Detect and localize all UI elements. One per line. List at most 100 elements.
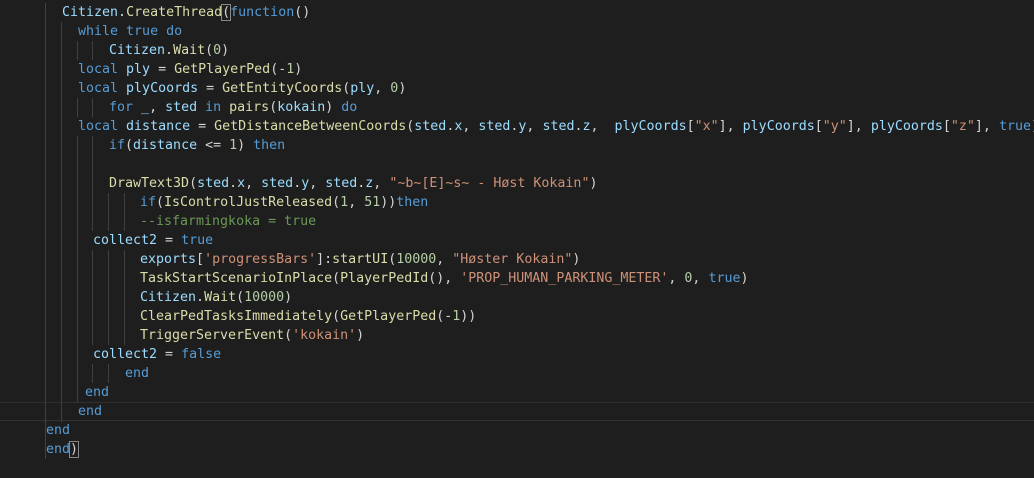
code-line[interactable]: --isfarmingkoka = true <box>0 212 1034 231</box>
code-token: ( <box>269 100 278 115</box>
indent-guide <box>108 250 109 269</box>
code-token: 51 <box>364 195 381 210</box>
indent-guide <box>45 212 46 231</box>
code-token: [ <box>196 252 205 267</box>
code-token: (- <box>270 62 287 77</box>
code-token: startUI <box>332 252 389 267</box>
code-token: (), <box>428 271 461 286</box>
code-token: . <box>293 176 302 191</box>
code-token: ) <box>284 290 293 305</box>
indent-guide <box>92 326 93 345</box>
indent-guide <box>92 250 93 269</box>
code-token: end <box>78 404 103 419</box>
code-token: plyCoords <box>614 119 687 134</box>
code-text: TaskStartScenarioInPlace(PlayerPedId(), … <box>140 269 748 288</box>
code-line[interactable]: Citizen.Wait(0) <box>0 41 1034 60</box>
indent-guide <box>61 345 62 364</box>
code-token: , <box>245 176 262 191</box>
code-line[interactable]: collect2 = true <box>0 231 1034 250</box>
indent-guide <box>61 60 62 79</box>
code-editor[interactable]: Citizen.CreateThread(function() while tru… <box>0 0 1034 478</box>
code-token: sted <box>542 119 575 134</box>
code-token: GetPlayerPed <box>340 309 437 324</box>
code-line[interactable]: TriggerServerEvent('kokain') <box>0 326 1034 345</box>
code-token: while <box>78 24 119 39</box>
code-text: if(IsControlJustReleased(1, 51))then <box>140 193 428 212</box>
code-line[interactable]: if(distance <= 1) then <box>0 136 1034 155</box>
indent-guide <box>45 117 46 136</box>
code-line[interactable]: Citizen.CreateThread(function() <box>0 3 1034 22</box>
code-text: end <box>78 403 102 420</box>
code-token: Wait <box>204 290 237 305</box>
indent-guide <box>77 231 78 250</box>
code-token: ) <box>572 252 581 267</box>
indent-guide <box>77 269 78 288</box>
code-line[interactable]: local plyCoords = GetEntityCoords(ply, 0… <box>0 79 1034 98</box>
code-token: end <box>125 366 150 381</box>
code-token: . <box>229 176 238 191</box>
indent-guide <box>45 3 46 22</box>
code-token: , <box>374 81 391 96</box>
code-line[interactable]: local ply = GetPlayerPed(-1) <box>0 60 1034 79</box>
code-token: ( <box>189 176 198 191</box>
code-line[interactable]: end <box>0 364 1034 383</box>
indent-guide <box>124 288 125 307</box>
code-line[interactable]: end <box>0 383 1034 402</box>
code-line[interactable]: exports['progressBars']:startUI(10000, "… <box>0 250 1034 269</box>
indent-guide <box>45 250 46 269</box>
code-line[interactable]: TaskStartScenarioInPlace(PlayerPedId(), … <box>0 269 1034 288</box>
indent-guide <box>77 174 78 193</box>
indent-guide <box>92 41 93 60</box>
code-token: = <box>190 119 215 134</box>
indent-guide <box>77 193 78 212</box>
code-token: sted <box>165 100 198 115</box>
code-token: plyCoords <box>742 119 815 134</box>
indent-guide <box>45 269 46 288</box>
code-line[interactable] <box>0 155 1034 174</box>
indent-guide <box>61 212 62 231</box>
indent-guide <box>124 212 125 231</box>
code-text: for _, sted in pairs(kokain) do <box>109 98 357 117</box>
indent-guide <box>77 383 78 402</box>
code-token: true <box>126 24 159 39</box>
code-token: ], <box>846 119 871 134</box>
code-line[interactable]: end <box>0 421 1034 440</box>
code-line[interactable]: end <box>0 402 1034 422</box>
code-token: local <box>78 119 119 134</box>
code-token: true <box>708 271 741 286</box>
indent-guide <box>92 307 93 326</box>
indent-guide <box>77 41 78 60</box>
indent-guide <box>45 98 46 117</box>
code-token: in <box>205 100 222 115</box>
code-line[interactable]: collect2 = false <box>0 345 1034 364</box>
code-token: then <box>253 138 286 153</box>
code-token: 'progressBars' <box>204 252 317 267</box>
indent-guide <box>61 136 62 155</box>
code-token: 10000 <box>244 290 285 305</box>
code-token: pairs <box>229 100 270 115</box>
indent-guide <box>108 212 109 231</box>
code-line[interactable]: Citizen.Wait(10000) <box>0 288 1034 307</box>
code-token: ply <box>350 81 375 96</box>
code-token: ) <box>356 328 365 343</box>
code-line[interactable]: if(IsControlJustReleased(1, 51))then <box>0 193 1034 212</box>
code-line[interactable]: while true do <box>0 22 1034 41</box>
code-token: --isfarmingkoka = true <box>140 214 317 229</box>
code-line[interactable]: DrawText3D(sted.x, sted.y, sted.z, "~b~[… <box>0 174 1034 193</box>
code-line[interactable]: end) <box>0 440 1034 459</box>
code-token: do <box>166 24 183 39</box>
code-token: end <box>85 385 110 400</box>
code-token: TriggerServerEvent <box>140 328 285 343</box>
indent-guide <box>45 136 46 155</box>
code-token: Citizen <box>62 5 119 20</box>
code-token: ( <box>284 328 293 343</box>
code-token: ) <box>325 100 342 115</box>
code-line[interactable]: ClearPedTasksImmediately(GetPlayerPed(-1… <box>0 307 1034 326</box>
code-token: , <box>149 100 166 115</box>
code-line[interactable]: local distance = GetDistanceBetweenCoord… <box>0 117 1034 136</box>
code-token: false <box>181 347 222 362</box>
code-text: local plyCoords = GetEntityCoords(ply, 0… <box>78 79 406 98</box>
code-line[interactable]: for _, sted in pairs(kokain) do <box>0 98 1034 117</box>
